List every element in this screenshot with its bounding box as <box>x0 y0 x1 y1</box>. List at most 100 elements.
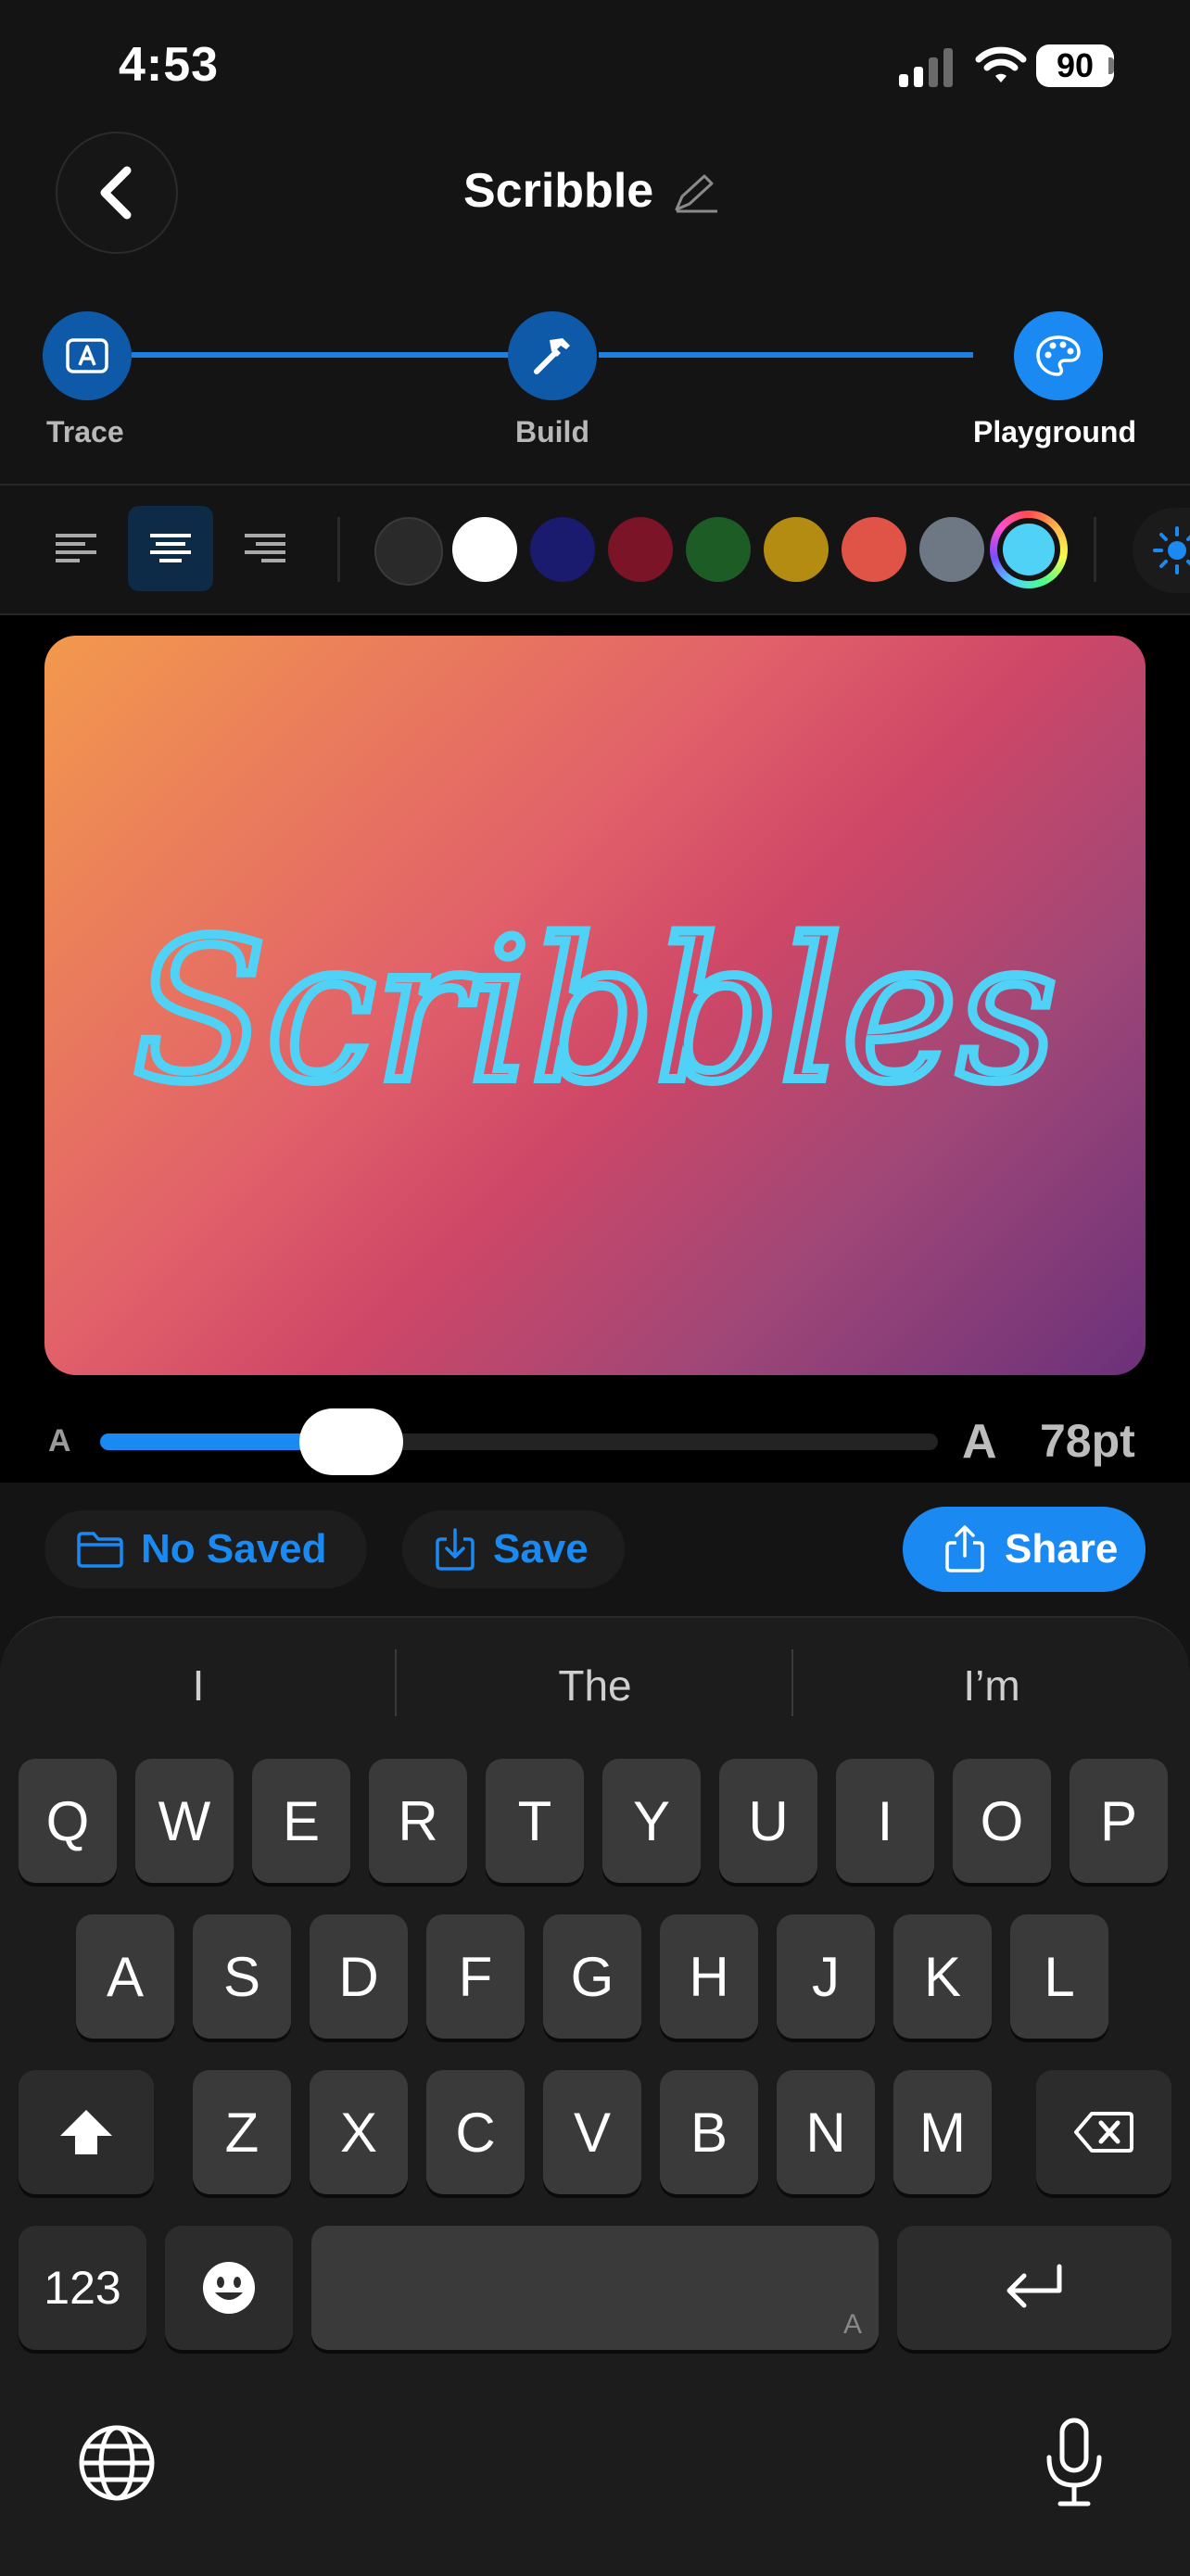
space-key[interactable]: A <box>311 2226 879 2350</box>
return-arrow-icon <box>1006 2264 1062 2308</box>
key-e[interactable]: E <box>252 1759 350 1883</box>
scribble-text: Scribbles <box>133 898 1057 1125</box>
color-swatch[interactable] <box>374 517 443 586</box>
back-button[interactable] <box>56 132 178 254</box>
key-n[interactable]: N <box>777 2070 875 2194</box>
microphone-icon[interactable] <box>1042 2417 1107 2509</box>
share-icon <box>945 1525 984 1572</box>
align-right-button[interactable] <box>222 506 308 591</box>
divider-top <box>0 484 1190 486</box>
no-saved-label: No Saved <box>141 1526 327 1572</box>
suggestion-separator <box>395 1649 397 1716</box>
color-swatch[interactable] <box>919 517 984 582</box>
align-left-button[interactable] <box>33 506 119 591</box>
key-r[interactable]: R <box>369 1759 467 1883</box>
key-p[interactable]: P <box>1070 1759 1168 1883</box>
key-l[interactable]: L <box>1010 1914 1108 2039</box>
key-v[interactable]: V <box>543 2070 641 2194</box>
key-f[interactable]: F <box>426 1914 525 2039</box>
key-c[interactable]: C <box>426 2070 525 2194</box>
space-key-mark: A <box>842 2309 862 2340</box>
shift-arrow-icon <box>60 2110 112 2154</box>
selected-color-swatch <box>1003 524 1055 575</box>
suggestion-3[interactable]: I’m <box>810 1661 1173 1711</box>
pencil-edit-icon[interactable] <box>673 172 721 213</box>
key-h[interactable]: H <box>660 1914 758 2039</box>
suggestion-1[interactable]: I <box>19 1661 378 1711</box>
size-value: 78pt <box>1040 1415 1135 1467</box>
brightness-toggle[interactable] <box>1133 508 1190 593</box>
color-swatch[interactable] <box>452 517 517 582</box>
return-key[interactable] <box>897 2226 1171 2350</box>
drawing-canvas[interactable]: Scribbles <box>44 636 1146 1375</box>
hammer-icon <box>534 338 570 374</box>
step-build-label: Build <box>515 415 589 448</box>
key-u[interactable]: U <box>719 1759 817 1883</box>
color-swatch[interactable] <box>842 517 906 582</box>
save-label: Save <box>493 1526 589 1572</box>
step-playground-label: Playground <box>973 415 1137 448</box>
key-d[interactable]: D <box>310 1914 408 2039</box>
sun-icon <box>1153 526 1190 575</box>
size-slider-thumb[interactable] <box>299 1408 403 1475</box>
align-left-icon <box>56 534 96 562</box>
key-w[interactable]: W <box>135 1759 234 1883</box>
shift-key[interactable] <box>19 2070 154 2194</box>
color-swatch[interactable] <box>608 517 673 582</box>
key-q[interactable]: Q <box>19 1759 117 1883</box>
key-m[interactable]: M <box>893 2070 992 2194</box>
key-t[interactable]: T <box>486 1759 584 1883</box>
key-b[interactable]: B <box>660 2070 758 2194</box>
toolbar-separator-2 <box>1094 517 1096 582</box>
share-button[interactable]: Share <box>903 1507 1146 1592</box>
color-swatch[interactable] <box>764 517 829 582</box>
wifi-icon <box>975 46 1027 82</box>
key-x[interactable]: X <box>310 2070 408 2194</box>
battery-cap <box>1108 57 1114 74</box>
battery-indicator: 90 <box>1036 44 1114 87</box>
key-a[interactable]: A <box>76 1914 174 2039</box>
backspace-icon <box>1074 2112 1133 2153</box>
color-swatch[interactable] <box>530 517 595 582</box>
scribble-text-drawing: Scribbles <box>128 893 1061 1130</box>
page-title: Scribble <box>463 164 654 218</box>
step-connector-1 <box>132 352 512 358</box>
no-saved-button[interactable]: No Saved <box>44 1510 367 1588</box>
numbers-key[interactable]: 123 <box>19 2226 146 2350</box>
suggestion-separator <box>791 1649 793 1716</box>
size-large-glyph: A <box>962 1415 997 1469</box>
folder-icon <box>77 1532 123 1568</box>
text-frame-icon <box>66 338 108 373</box>
save-download-icon <box>436 1528 475 1571</box>
key-k[interactable]: K <box>893 1914 992 2039</box>
globe-icon[interactable] <box>76 2422 158 2504</box>
step-trace-label: Trace <box>46 415 124 448</box>
status-time: 4:53 <box>119 38 220 92</box>
color-swatch[interactable] <box>686 517 751 582</box>
size-small-glyph: A <box>48 1423 71 1458</box>
align-right-icon <box>245 534 285 562</box>
emoji-key[interactable] <box>165 2226 293 2350</box>
share-label: Share <box>1005 1526 1119 1572</box>
key-y[interactable]: Y <box>602 1759 701 1883</box>
step-build-button[interactable] <box>508 311 597 400</box>
step-playground-button[interactable] <box>1014 311 1103 400</box>
palette-icon <box>1036 335 1081 376</box>
cellular-signal-icon <box>899 48 953 87</box>
step-trace-button[interactable] <box>43 311 132 400</box>
step-connector-2 <box>599 352 973 358</box>
key-o[interactable]: O <box>953 1759 1051 1883</box>
delete-key[interactable] <box>1036 2070 1171 2194</box>
key-i[interactable]: I <box>836 1759 934 1883</box>
chevron-left-icon <box>100 166 132 220</box>
key-s[interactable]: S <box>193 1914 291 2039</box>
align-center-button[interactable] <box>128 506 213 591</box>
toolbar-separator <box>337 517 340 582</box>
save-button[interactable]: Save <box>402 1510 625 1588</box>
key-z[interactable]: Z <box>193 2070 291 2194</box>
key-g[interactable]: G <box>543 1914 641 2039</box>
align-center-icon <box>150 534 191 562</box>
key-j[interactable]: J <box>777 1914 875 2039</box>
custom-color-picker[interactable] <box>990 511 1068 588</box>
suggestion-2[interactable]: The <box>413 1661 777 1711</box>
